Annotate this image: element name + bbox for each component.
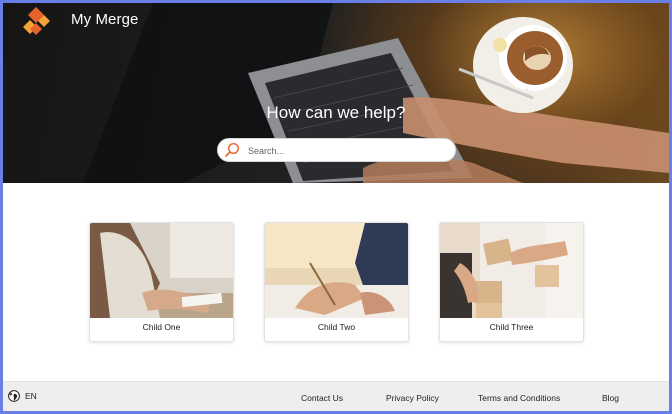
footer-link-privacy-policy[interactable]: Privacy Policy	[386, 393, 439, 403]
card-child-three[interactable]: Child Three	[439, 222, 584, 342]
card-label[interactable]: Child Two	[265, 322, 408, 332]
logo-icon[interactable]	[21, 6, 51, 36]
hero-banner: My Merge How can we help?	[3, 3, 669, 183]
page: My Merge How can we help? Child One	[3, 3, 669, 411]
footer-link-blog[interactable]: Blog	[602, 393, 619, 403]
footer-link-contact-us[interactable]: Contact Us	[301, 393, 343, 403]
card-child-two[interactable]: Child Two	[264, 222, 409, 342]
search-bar[interactable]	[217, 138, 456, 162]
search-input[interactable]	[248, 142, 448, 159]
card-image	[440, 223, 583, 318]
search-icon[interactable]	[224, 142, 240, 158]
hero-heading: How can we help?	[266, 103, 406, 122]
footer-link-terms-and-conditions[interactable]: Terms and Conditions	[478, 393, 560, 403]
card-image	[265, 223, 408, 318]
site-title[interactable]: My Merge	[71, 11, 138, 28]
globe-icon[interactable]	[8, 390, 20, 402]
language-selector[interactable]: EN	[8, 390, 37, 402]
footer: EN Contact Us Privacy Policy Terms and C…	[3, 381, 669, 411]
card-child-one[interactable]: Child One	[89, 222, 234, 342]
card-label[interactable]: Child Three	[440, 322, 583, 332]
language-code[interactable]: EN	[25, 391, 37, 401]
card-image	[90, 223, 233, 318]
card-label[interactable]: Child One	[90, 322, 233, 332]
